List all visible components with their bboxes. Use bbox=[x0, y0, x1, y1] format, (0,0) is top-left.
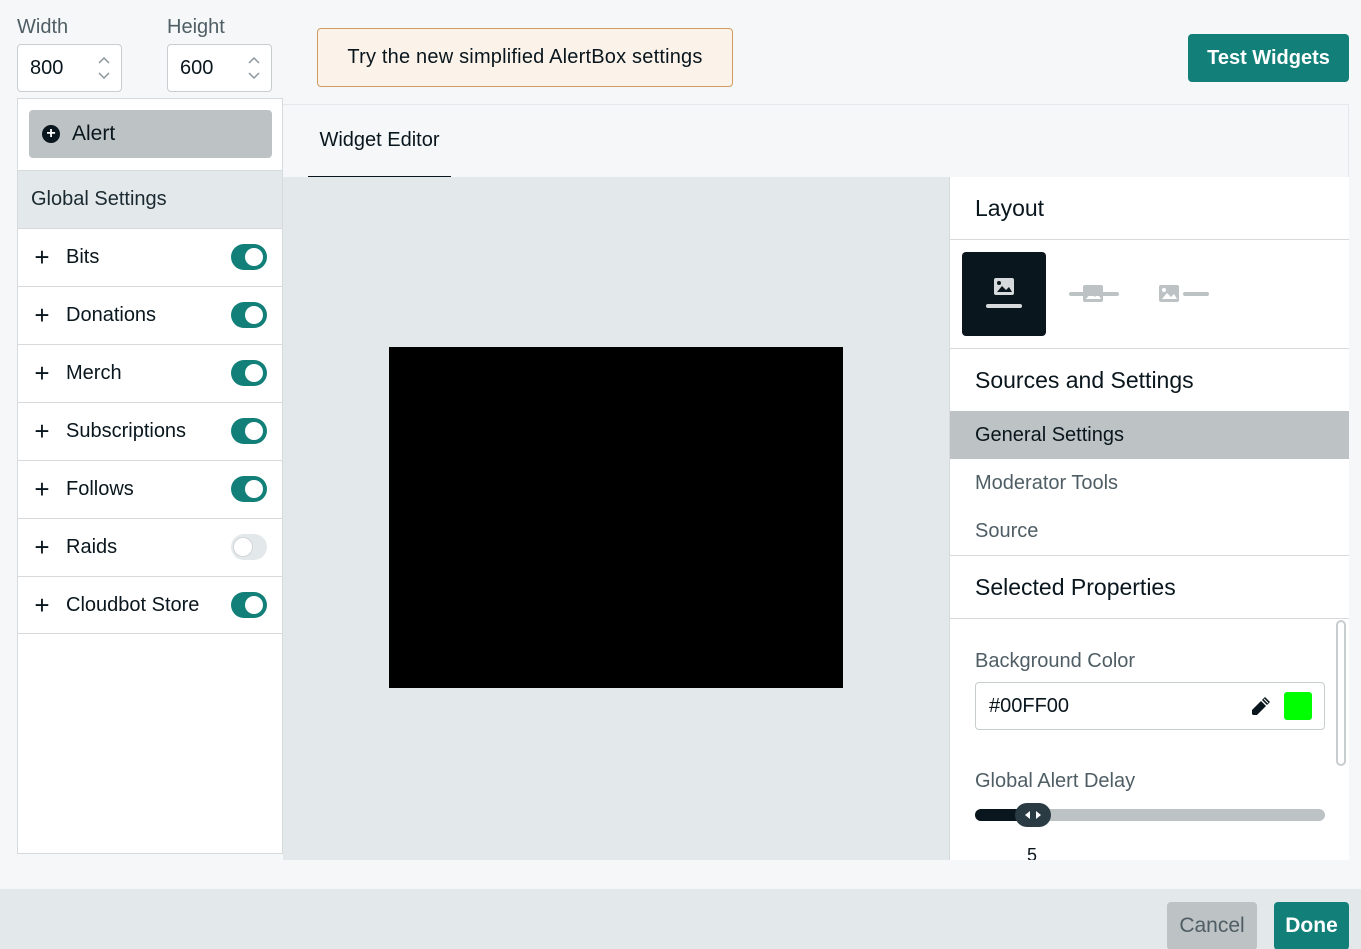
widget-preview bbox=[389, 347, 843, 688]
image-above-text-icon bbox=[986, 278, 1022, 308]
sidebar-item-subscriptions[interactable]: + Subscriptions bbox=[18, 402, 282, 460]
sidebar-item-raids[interactable]: + Raids bbox=[18, 518, 282, 576]
bits-toggle[interactable] bbox=[231, 244, 267, 270]
alert-delay-slider[interactable] bbox=[975, 803, 1325, 827]
raids-toggle[interactable] bbox=[231, 534, 267, 560]
preview-canvas-area bbox=[283, 177, 949, 860]
merch-toggle[interactable] bbox=[231, 360, 267, 386]
layout-image-above-text[interactable] bbox=[962, 252, 1046, 336]
background-color-value[interactable]: #00FF00 bbox=[989, 695, 1069, 718]
width-stepper[interactable]: 800 bbox=[17, 44, 122, 92]
image-behind-text-icon bbox=[1069, 285, 1119, 302]
simplified-settings-banner[interactable]: Try the new simplified AlertBox settings bbox=[317, 28, 733, 87]
stepper-arrows-icon[interactable] bbox=[97, 53, 111, 83]
global-alert-delay-label: Global Alert Delay bbox=[975, 770, 1136, 792]
background-color-input[interactable]: #00FF00 bbox=[975, 682, 1325, 730]
test-widgets-button[interactable]: Test Widgets bbox=[1188, 34, 1349, 82]
global-settings-item[interactable]: Global Settings bbox=[18, 170, 282, 228]
cancel-button[interactable]: Cancel bbox=[1167, 902, 1257, 949]
height-value[interactable]: 600 bbox=[180, 57, 213, 80]
divider bbox=[950, 348, 1349, 349]
plus-icon[interactable]: + bbox=[18, 532, 66, 563]
settings-panel: Layout Sources and Settings General Sett… bbox=[949, 177, 1349, 860]
background-color-label: Background Color bbox=[975, 650, 1136, 672]
layout-title: Layout bbox=[975, 195, 1045, 221]
sidebar-item-merch[interactable]: + Merch bbox=[18, 344, 282, 402]
menu-source[interactable]: Source bbox=[950, 507, 1349, 555]
alert-button-label: Alert bbox=[72, 122, 116, 145]
slider-handle-icon[interactable] bbox=[1015, 803, 1051, 827]
divider bbox=[950, 618, 1349, 619]
sidebar-item-follows[interactable]: + Follows bbox=[18, 460, 282, 518]
color-swatch[interactable] bbox=[1284, 692, 1312, 720]
add-alert-button[interactable]: + Alert bbox=[29, 110, 272, 158]
sources-settings-title: Sources and Settings bbox=[975, 367, 1194, 393]
divider bbox=[950, 555, 1349, 556]
plus-icon[interactable]: + bbox=[18, 358, 66, 389]
donations-toggle[interactable] bbox=[231, 302, 267, 328]
plus-icon[interactable]: + bbox=[18, 590, 66, 621]
image-left-of-text-icon bbox=[1159, 285, 1209, 302]
plus-icon[interactable]: + bbox=[18, 474, 66, 505]
divider bbox=[950, 239, 1349, 240]
height-label: Height bbox=[167, 16, 225, 38]
menu-general-settings[interactable]: General Settings bbox=[950, 411, 1349, 459]
follows-toggle[interactable] bbox=[231, 476, 267, 502]
plus-icon[interactable]: + bbox=[18, 416, 66, 447]
subscriptions-toggle[interactable] bbox=[231, 418, 267, 444]
width-label: Width bbox=[17, 16, 69, 38]
global-settings-label: Global Settings bbox=[31, 188, 167, 210]
done-button[interactable]: Done bbox=[1274, 902, 1349, 949]
plus-icon[interactable]: + bbox=[18, 242, 66, 273]
tab-widget-editor[interactable]: Widget Editor bbox=[308, 105, 451, 177]
sidebar-item-cloudbot-store[interactable]: + Cloudbot Store bbox=[18, 576, 282, 634]
menu-moderator-tools[interactable]: Moderator Tools bbox=[950, 459, 1349, 507]
alert-sidebar: + Alert Global Settings + Bits + Donatio… bbox=[17, 98, 283, 854]
sidebar-item-bits[interactable]: + Bits bbox=[18, 228, 282, 286]
stepper-arrows-icon[interactable] bbox=[247, 53, 261, 83]
cloudbot-store-toggle[interactable] bbox=[231, 592, 267, 618]
width-value[interactable]: 800 bbox=[30, 57, 63, 80]
sidebar-item-donations[interactable]: + Donations bbox=[18, 286, 282, 344]
widget-editor-frame: Widget Editor Layout Sources and Setting… bbox=[283, 104, 1349, 860]
layout-image-left-text[interactable] bbox=[1142, 252, 1226, 336]
selected-properties-title: Selected Properties bbox=[975, 574, 1176, 600]
eyedropper-icon[interactable] bbox=[1250, 695, 1272, 722]
properties-scrollbar[interactable] bbox=[1336, 620, 1346, 766]
layout-image-behind-text[interactable] bbox=[1052, 252, 1136, 336]
plus-icon[interactable]: + bbox=[18, 300, 66, 331]
alert-delay-value: 5 bbox=[1027, 845, 1038, 860]
modal-footer: Cancel Done bbox=[0, 889, 1361, 949]
plus-circle-icon: + bbox=[42, 125, 60, 143]
height-stepper[interactable]: 600 bbox=[167, 44, 272, 92]
